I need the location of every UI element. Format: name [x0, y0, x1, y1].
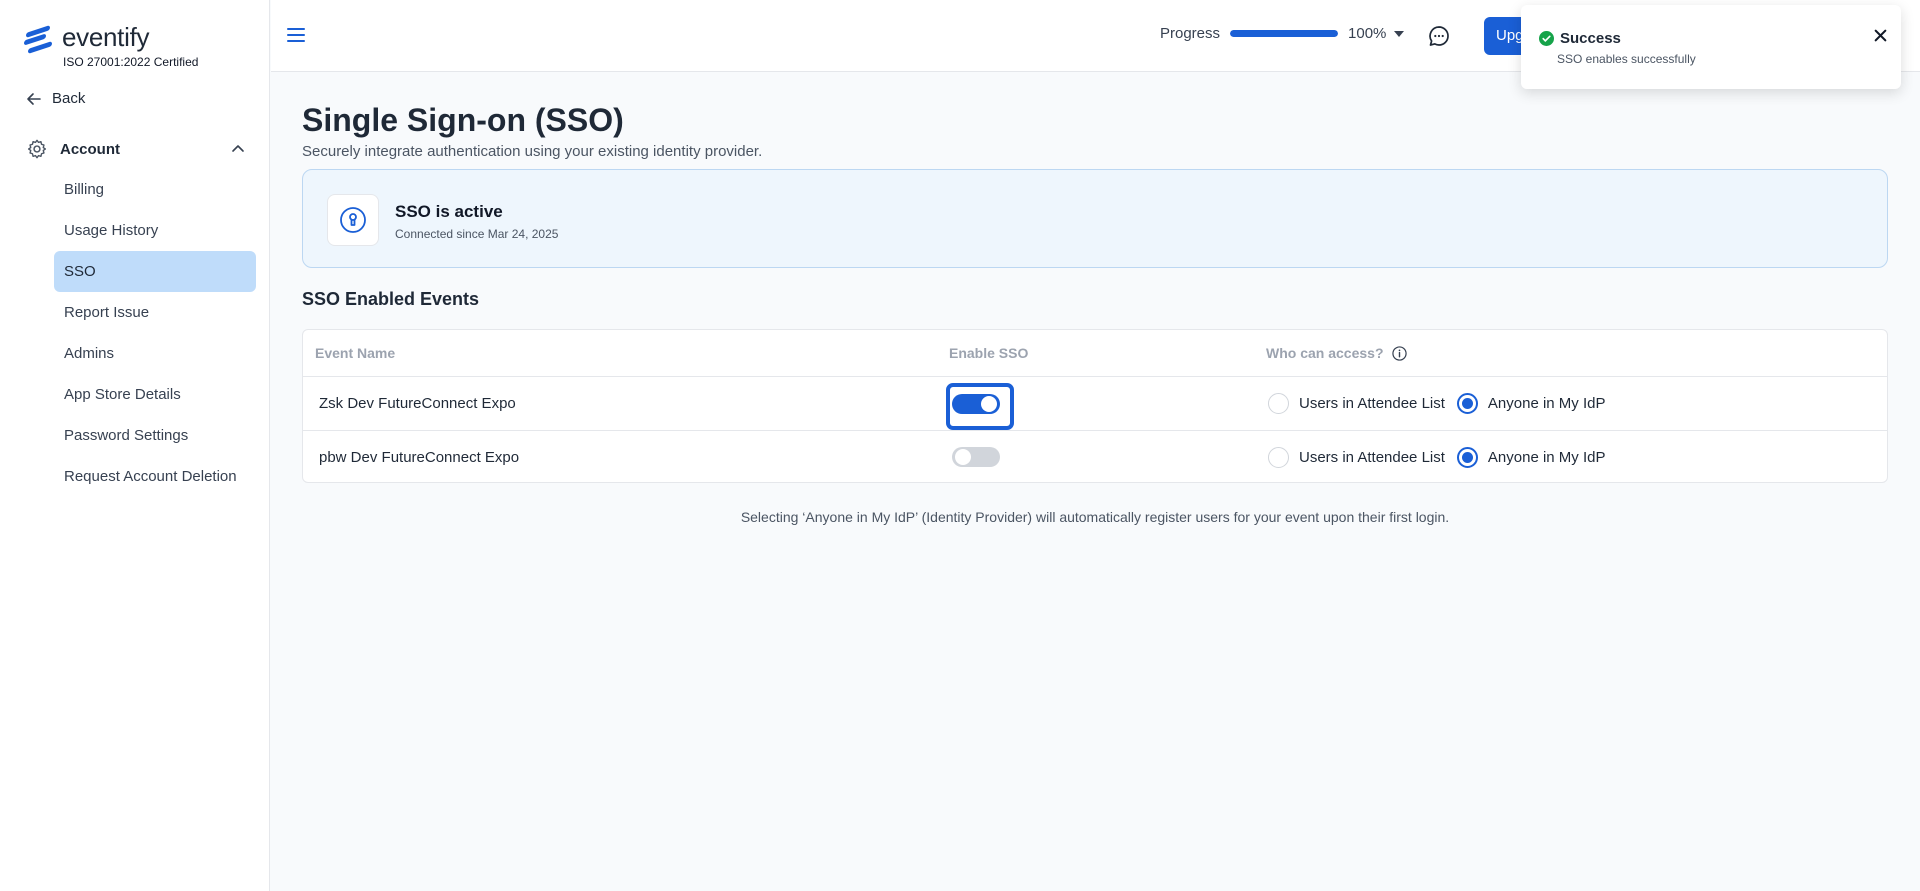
lock-badge — [327, 194, 379, 246]
gear-icon — [27, 139, 47, 159]
table-row: pbw Dev FutureConnect Expo Users in Atte… — [303, 430, 1887, 483]
sidebar-item-request-account-deletion[interactable]: Request Account Deletion — [54, 456, 256, 497]
back-link[interactable]: Back — [26, 90, 85, 107]
sso-events-table: Event Name Enable SSO Who can access? Zs… — [302, 329, 1888, 483]
radio-circle — [1268, 393, 1289, 414]
sidebar-item-password-settings[interactable]: Password Settings — [54, 415, 256, 456]
table-row: Zsk Dev FutureConnect Expo Users in Atte… — [303, 377, 1887, 430]
chat-button[interactable] — [1428, 25, 1450, 52]
radio-users-in-attendee-list[interactable]: Users in Attendee List — [1268, 447, 1445, 468]
toast-message: SSO enables successfully — [1557, 52, 1696, 66]
sso-status-card: SSO is active Connected since Mar 24, 20… — [302, 169, 1888, 268]
radio-circle — [1268, 447, 1289, 468]
sso-connected-since: Connected since Mar 24, 2025 — [395, 227, 559, 241]
sso-status-title: SSO is active — [395, 202, 503, 221]
brand-name: eventify — [62, 22, 150, 52]
progress-bar — [1230, 30, 1339, 37]
sso-toggle-focus-ring — [946, 383, 1014, 430]
close-icon — [1874, 29, 1887, 42]
progress-value: 100% — [1348, 25, 1387, 42]
account-nav: Billing Usage History SSO Report Issue A… — [54, 169, 256, 497]
access-radio-group: Users in Attendee List Anyone in My IdP — [1268, 431, 1605, 484]
access-radio-group: Users in Attendee List Anyone in My IdP — [1268, 377, 1605, 430]
certification-label: ISO 27001:2022 Certified — [63, 55, 199, 69]
column-header-enable-sso: Enable SSO — [949, 345, 1029, 361]
sidebar-item-report-issue[interactable]: Report Issue — [54, 292, 256, 333]
radio-circle — [1456, 393, 1478, 414]
sidebar: eventify ISO 27001:2022 Certified Back A… — [0, 0, 270, 891]
info-icon[interactable] — [1391, 345, 1407, 361]
radio-anyone-in-my-idp[interactable]: Anyone in My IdP — [1456, 393, 1606, 414]
sidebar-item-usage-history[interactable]: Usage History — [54, 210, 256, 251]
chat-bubble-icon — [1429, 26, 1449, 46]
progress-label: Progress — [1160, 25, 1221, 42]
radio-label: Anyone in My IdP — [1487, 395, 1606, 412]
radio-label: Users in Attendee List — [1299, 449, 1445, 466]
page-subtitle: Securely integrate authentication using … — [302, 143, 763, 160]
sso-toggle-container — [946, 437, 1014, 484]
caret-down-icon — [1394, 30, 1405, 37]
event-name: Zsk Dev FutureConnect Expo — [319, 395, 516, 412]
radio-label: Users in Attendee List — [1299, 395, 1445, 412]
radio-anyone-in-my-idp[interactable]: Anyone in My IdP — [1456, 447, 1606, 468]
idp-footnote: Selecting ‘Anyone in My IdP’ (Identity P… — [740, 509, 1450, 525]
sidebar-item-app-store-details[interactable]: App Store Details — [54, 374, 256, 415]
check-circle-icon — [1539, 31, 1554, 46]
brand-logo[interactable]: eventify — [24, 22, 150, 54]
sidebar-item-billing[interactable]: Billing — [54, 169, 256, 210]
who-can-access-label: Who can access? — [1266, 345, 1384, 361]
page-title: Single Sign-on (SSO) — [302, 102, 624, 138]
arrow-left-icon — [27, 92, 41, 105]
toast-close-button[interactable] — [1874, 29, 1887, 47]
menu-toggle-button[interactable] — [287, 27, 305, 48]
account-section-toggle[interactable]: Account — [26, 138, 246, 160]
enable-sso-toggle[interactable] — [952, 394, 1000, 414]
success-toast: Success SSO enables successfully — [1521, 5, 1901, 89]
radio-circle — [1456, 447, 1478, 468]
sidebar-item-sso[interactable]: SSO — [54, 251, 256, 292]
hamburger-icon — [287, 28, 305, 42]
chevron-up-icon — [232, 145, 244, 152]
enable-sso-toggle[interactable] — [952, 447, 1000, 467]
eventify-logo-icon — [24, 23, 54, 54]
sidebar-item-admins[interactable]: Admins — [54, 333, 256, 374]
toast-title: Success — [1560, 30, 1621, 47]
back-label: Back — [52, 90, 86, 107]
progress-indicator[interactable]: Progress 100% — [1160, 25, 1405, 42]
events-section-title: SSO Enabled Events — [302, 289, 480, 309]
radio-label: Anyone in My IdP — [1487, 449, 1606, 466]
toggle-knob — [981, 396, 997, 412]
column-header-event-name: Event Name — [315, 345, 396, 361]
progress-bar-fill — [1230, 30, 1339, 37]
column-header-who-can-access: Who can access? — [1266, 330, 1407, 376]
event-name: pbw Dev FutureConnect Expo — [319, 449, 520, 466]
radio-users-in-attendee-list[interactable]: Users in Attendee List — [1268, 393, 1445, 414]
account-section-label: Account — [60, 140, 120, 158]
toggle-knob — [955, 449, 971, 465]
keyhole-lock-icon — [340, 207, 366, 233]
